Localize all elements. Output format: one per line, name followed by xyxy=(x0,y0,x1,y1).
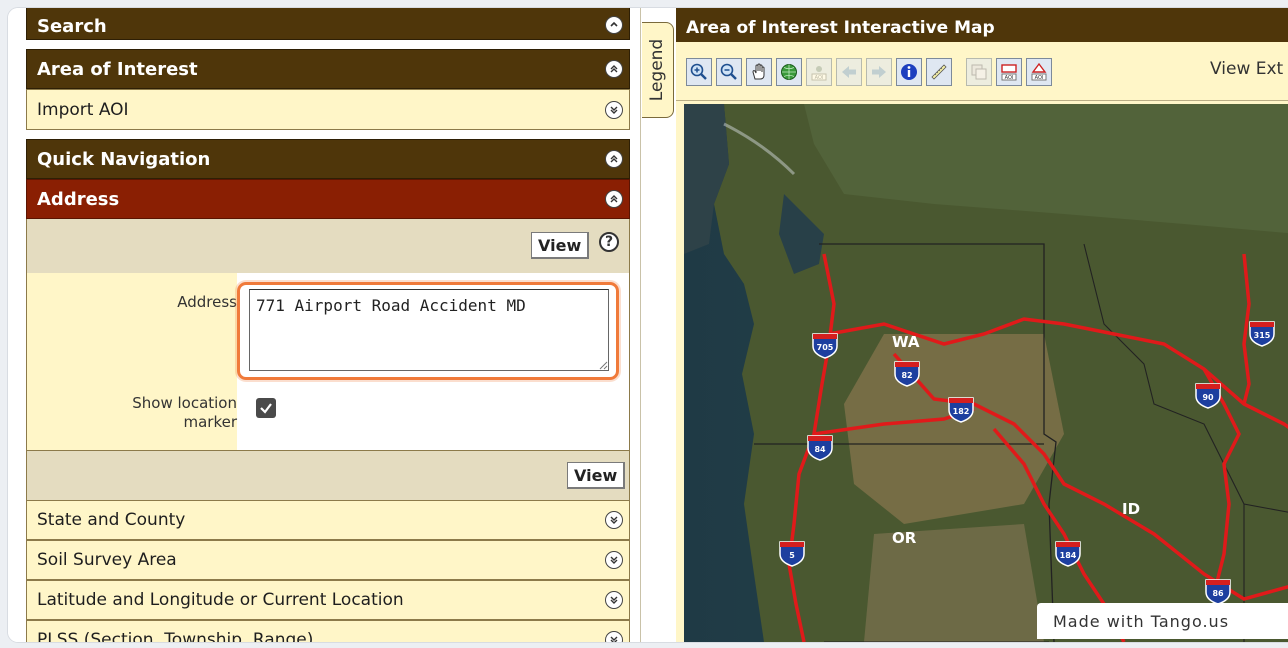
view-button-bottom-label: View xyxy=(574,465,618,485)
state-label-id: ID xyxy=(1122,500,1140,518)
left-panel: Search Area of Interest Import AOI Quick… xyxy=(8,8,640,642)
globe-icon[interactable] xyxy=(776,58,802,86)
interstate-90-shield: 90 xyxy=(1195,383,1221,409)
address-header[interactable]: Address xyxy=(26,179,630,219)
section-soil-survey-area[interactable]: Soil Survey Area xyxy=(26,540,630,580)
section-label: Latitude and Longitude or Current Locati… xyxy=(37,590,404,610)
svg-text:705: 705 xyxy=(817,343,834,352)
svg-text:84: 84 xyxy=(814,445,826,454)
map-panel: Area of Interest Interactive Map AOI AOI… xyxy=(676,8,1288,642)
pan-hand-icon[interactable] xyxy=(746,58,772,86)
aoi-disabled-icon[interactable]: AOI xyxy=(806,58,832,86)
map-title-bar: Area of Interest Interactive Map xyxy=(676,8,1288,42)
svg-text:82: 82 xyxy=(901,371,912,380)
area-of-interest-label: Area of Interest xyxy=(37,58,198,80)
search-header-label: Search xyxy=(37,15,107,37)
interstate-5-shield: 5 xyxy=(779,541,805,567)
svg-text:90: 90 xyxy=(1202,393,1214,402)
identify-info-icon[interactable] xyxy=(896,58,922,86)
import-aoi-row[interactable]: Import AOI xyxy=(26,89,630,130)
section-label: Soil Survey Area xyxy=(37,550,177,570)
interactive-map[interactable]: 705 82 182 84 5 184 90 315 86 WA OR ID xyxy=(684,104,1288,642)
legend-tab[interactable]: Legend xyxy=(642,22,674,118)
state-label-wa: WA xyxy=(892,333,920,351)
quick-navigation-label: Quick Navigation xyxy=(37,148,211,170)
legend-tab-label: Legend xyxy=(647,38,668,102)
show-location-marker-checkbox[interactable] xyxy=(256,398,276,418)
help-symbol: ? xyxy=(604,234,614,250)
show-marker-label-line2: marker xyxy=(183,413,237,431)
interstate-86-shield: 86 xyxy=(1205,579,1231,605)
address-toolbar: View ? xyxy=(26,219,630,273)
define-aoi-rectangle-icon[interactable]: AOI xyxy=(996,58,1022,86)
view-extent-label[interactable]: View Ext xyxy=(1210,59,1283,79)
import-aoi-label: Import AOI xyxy=(37,99,129,120)
help-icon[interactable]: ? xyxy=(599,232,619,252)
checkmark-icon xyxy=(260,403,272,414)
svg-text:182: 182 xyxy=(953,407,970,416)
define-aoi-polygon-icon[interactable]: AOI xyxy=(1026,58,1052,86)
search-header[interactable]: Search xyxy=(26,8,630,40)
view-button-bottom[interactable]: View xyxy=(567,462,626,489)
show-marker-label-cell: Show location marker xyxy=(27,381,237,450)
svg-text:AOI: AOI xyxy=(1035,75,1044,81)
expand-chevron-icon[interactable] xyxy=(605,100,623,119)
back-arrow-icon[interactable] xyxy=(836,58,862,86)
section-plss[interactable]: PLSS (Section, Township, Range) xyxy=(26,620,630,642)
view-button[interactable]: View xyxy=(531,232,590,259)
address-footer: View xyxy=(26,450,630,502)
address-header-label: Address xyxy=(37,188,120,210)
resize-grip-icon[interactable] xyxy=(598,360,608,370)
collapse-chevron-icon[interactable] xyxy=(605,150,623,168)
svg-text:AOI: AOI xyxy=(815,75,824,81)
app-frame: Search Area of Interest Import AOI Quick… xyxy=(8,8,1288,642)
section-label: PLSS (Section, Township, Range) xyxy=(37,630,314,642)
tango-watermark-text: Made with Tango.us xyxy=(1053,611,1230,631)
address-input[interactable] xyxy=(249,289,609,371)
section-lat-long[interactable]: Latitude and Longitude or Current Locati… xyxy=(26,580,630,620)
show-marker-label-line1: Show location xyxy=(132,394,237,412)
forward-arrow-icon[interactable] xyxy=(866,58,892,86)
expand-chevron-icon[interactable] xyxy=(605,511,623,529)
map-toolbar: AOI AOI AOI View Ext xyxy=(676,42,1288,101)
expand-chevron-icon[interactable] xyxy=(605,551,623,569)
measure-ruler-icon[interactable] xyxy=(926,58,952,86)
map-title: Area of Interest Interactive Map xyxy=(686,18,995,38)
interstate-705-shield: 705 xyxy=(812,333,838,359)
tango-watermark: Made with Tango.us xyxy=(1037,603,1288,639)
svg-text:86: 86 xyxy=(1212,589,1224,598)
map-canvas: 705 82 182 84 5 184 90 315 86 WA OR ID xyxy=(684,104,1288,642)
dry-plateau-south xyxy=(864,524,1044,642)
interstate-84-shield: 84 xyxy=(807,435,833,461)
zoom-out-icon[interactable] xyxy=(716,58,742,86)
svg-text:184: 184 xyxy=(1060,551,1077,560)
area-of-interest-header[interactable]: Area of Interest xyxy=(26,49,630,89)
collapse-chevron-icon[interactable] xyxy=(605,15,623,34)
expand-chevron-icon[interactable] xyxy=(605,631,623,642)
interstate-315-shield: 315 xyxy=(1249,321,1275,347)
state-label-or: OR xyxy=(892,529,917,547)
section-label: State and County xyxy=(37,510,186,530)
svg-text:315: 315 xyxy=(1254,331,1271,340)
collapse-chevron-icon[interactable] xyxy=(605,190,623,208)
svg-text:5: 5 xyxy=(789,551,795,560)
expand-chevron-icon[interactable] xyxy=(605,591,623,609)
address-label-cell: Address xyxy=(27,273,237,381)
svg-text:AOI: AOI xyxy=(1005,75,1014,81)
interstate-184-shield: 184 xyxy=(1055,541,1081,567)
copy-layers-icon[interactable] xyxy=(966,58,992,86)
interstate-82-shield: 82 xyxy=(894,361,920,387)
address-label: Address xyxy=(177,293,237,311)
quick-navigation-header[interactable]: Quick Navigation xyxy=(26,139,630,179)
interstate-182-shield: 182 xyxy=(948,397,974,423)
view-button-label: View xyxy=(538,235,582,255)
section-state-county[interactable]: State and County xyxy=(26,500,630,540)
collapse-chevron-icon[interactable] xyxy=(605,60,623,78)
zoom-in-icon[interactable] xyxy=(686,58,712,86)
